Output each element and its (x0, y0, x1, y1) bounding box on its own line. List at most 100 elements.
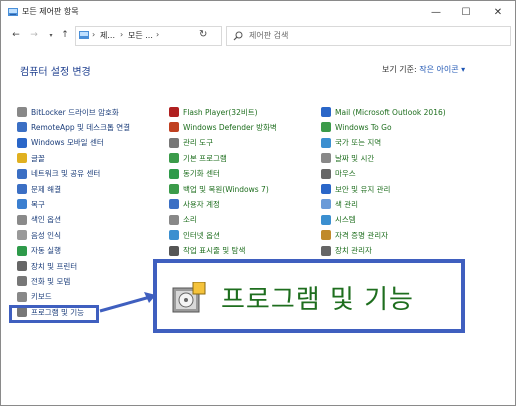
control-panel-item[interactable]: 인터넷 옵션 (169, 229, 220, 241)
search-field[interactable]: 제어판 검색 (226, 26, 511, 46)
back-button[interactable]: ← (9, 27, 23, 43)
breadcrumb-separator: › (92, 30, 96, 39)
control-panel-item[interactable]: Windows Defender 방화벽 (169, 121, 277, 133)
control-panel-item-label: RemoteApp 및 데스크톱 연결 (31, 122, 131, 132)
breadcrumb-separator: › (156, 30, 160, 39)
control-panel-item[interactable]: Mail (Microsoft Outlook 2016) (321, 106, 446, 118)
indexing-icon (17, 214, 27, 225)
control-panel-item[interactable]: 작업 표시줄 및 탐색 (169, 245, 245, 257)
breadcrumb-control-panel[interactable]: 제... (100, 30, 115, 41)
control-panel-item[interactable]: 네트워크 및 공유 센터 (17, 168, 100, 180)
control-panel-item[interactable]: Flash Player(32비트) (169, 106, 258, 118)
control-panel-item[interactable]: 전화 및 모뎀 (17, 275, 70, 287)
control-panel-item-label: 음성 인식 (31, 230, 61, 240)
breadcrumb-separator: › (120, 30, 124, 39)
address-bar: ← → ▾ ↑ › 제... › 모든 ... › ▾ ↻ 제어판 검색 (1, 25, 515, 47)
title-bar: 모든 제어판 항목 — ☐ ✕ (1, 1, 515, 23)
bitlocker-icon (17, 107, 27, 117)
control-panel-item[interactable]: 음성 인식 (17, 229, 61, 241)
control-panel-item[interactable]: 자격 증명 관리자 (321, 229, 388, 241)
user-accounts-icon (169, 199, 179, 210)
view-by-dropdown[interactable]: 작은 아이콘 ▾ (419, 65, 465, 74)
control-panel-item-label: 날짜 및 시간 (335, 153, 375, 163)
window-title: 모든 제어판 항목 (22, 7, 79, 16)
control-panel-item[interactable]: 국가 또는 지역 (321, 137, 381, 149)
control-panel-item[interactable]: 문제 해결 (17, 183, 61, 195)
chevron-down-icon: ▾ (49, 31, 53, 39)
callout-label: 프로그램 및 기능 (221, 285, 414, 315)
region-icon (321, 137, 331, 148)
control-panel-item-label: 전화 및 모뎀 (31, 276, 71, 286)
color-management-icon (321, 199, 331, 210)
control-panel-item-label: Mail (Microsoft Outlook 2016) (335, 107, 446, 117)
forward-button[interactable]: → (27, 27, 41, 43)
control-panel-icon (8, 8, 18, 16)
control-panel-item[interactable]: 관리 도구 (169, 137, 213, 149)
printer-icon (17, 261, 27, 271)
mobility-center-icon (17, 137, 27, 148)
control-panel-item[interactable]: 소리 (169, 214, 197, 226)
control-panel-item[interactable]: 색 관리 (321, 198, 358, 210)
control-panel-item[interactable]: 자동 실행 (17, 245, 61, 257)
refresh-icon[interactable]: ↻ (199, 29, 207, 40)
control-panel-item[interactable]: 글꼴 (17, 152, 45, 164)
control-panel-item[interactable]: 키보드 (17, 291, 52, 303)
control-panel-item-label: BitLocker 드라이브 암호화 (31, 107, 119, 117)
close-button[interactable]: ✕ (483, 1, 513, 23)
control-panel-item[interactable]: BitLocker 드라이브 암호화 (17, 106, 119, 118)
maximize-icon: ☐ (461, 6, 471, 18)
control-panel-item[interactable]: 복구 (17, 198, 45, 210)
control-panel-item-label: 글꼴 (31, 153, 45, 163)
control-panel-icon (79, 31, 89, 39)
control-panel-item[interactable]: 백업 및 복원(Windows 7) (169, 183, 269, 195)
control-panel-item-label: 색인 옵션 (31, 215, 61, 225)
backup-icon (169, 184, 179, 194)
mail-icon (321, 107, 331, 117)
control-panel-window: 모든 제어판 항목 — ☐ ✕ ← → ▾ ↑ › 제... › 모든 ... … (0, 0, 516, 406)
highlight-box (9, 305, 99, 323)
control-panel-item[interactable]: 동기화 센터 (169, 168, 220, 180)
keyboard-icon (17, 291, 27, 302)
default-programs-icon (169, 153, 179, 164)
flash-icon (169, 107, 179, 117)
control-panel-item[interactable]: 장치 및 프린터 (17, 260, 77, 272)
control-panel-item-label: 작업 표시줄 및 탐색 (183, 246, 246, 256)
control-panel-item[interactable]: 날짜 및 시간 (321, 152, 374, 164)
mouse-icon (321, 168, 331, 179)
control-panel-item-label: 인터넷 옵션 (183, 230, 220, 240)
view-by-label: 보기 기준: (382, 65, 417, 74)
control-panel-item[interactable]: 사용자 계정 (169, 198, 220, 210)
recent-locations-button[interactable]: ▾ (44, 27, 58, 43)
control-panel-item-label: Flash Player(32비트) (183, 107, 258, 117)
minimize-button[interactable]: — (421, 1, 451, 23)
control-panel-item-label: 자동 실행 (31, 246, 61, 256)
internet-options-icon (169, 230, 179, 241)
control-panel-item-label: 자격 증명 관리자 (335, 230, 389, 240)
control-panel-item-label: 기본 프로그램 (183, 153, 227, 163)
control-panel-item[interactable]: 보안 및 유지 관리 (321, 183, 390, 195)
close-icon: ✕ (493, 6, 503, 18)
control-panel-item[interactable]: Windows To Go (321, 121, 392, 133)
maximize-button[interactable]: ☐ (451, 1, 481, 23)
up-button[interactable]: ↑ (58, 27, 72, 43)
control-panel-item-label: 장치 및 프린터 (31, 261, 78, 271)
control-panel-item[interactable]: 시스템 (321, 214, 356, 226)
control-panel-item-label: Windows Defender 방화벽 (183, 122, 277, 132)
control-panel-item[interactable]: 색인 옵션 (17, 214, 61, 226)
control-panel-item-label: 마우스 (335, 169, 356, 179)
device-manager-icon (321, 245, 331, 256)
control-panel-item[interactable]: Windows 모바일 센터 (17, 137, 104, 149)
control-panel-item[interactable]: 마우스 (321, 168, 356, 180)
minimize-icon: — (431, 6, 441, 18)
control-panel-item-label: 소리 (183, 215, 197, 225)
breadcrumb-all-items[interactable]: 모든 ... (128, 30, 153, 41)
control-panel-item[interactable]: RemoteApp 및 데스크톱 연결 (17, 121, 130, 133)
control-panel-item-label: 보안 및 유지 관리 (335, 184, 391, 194)
control-panel-item-label: 문제 해결 (31, 184, 61, 194)
control-panel-item[interactable]: 기본 프로그램 (169, 152, 227, 164)
arrow-right-icon: → (30, 30, 38, 40)
sound-icon (169, 214, 179, 225)
control-panel-item[interactable]: 장치 관리자 (321, 245, 372, 257)
system-icon (321, 214, 331, 225)
credential-manager-icon (321, 230, 331, 241)
